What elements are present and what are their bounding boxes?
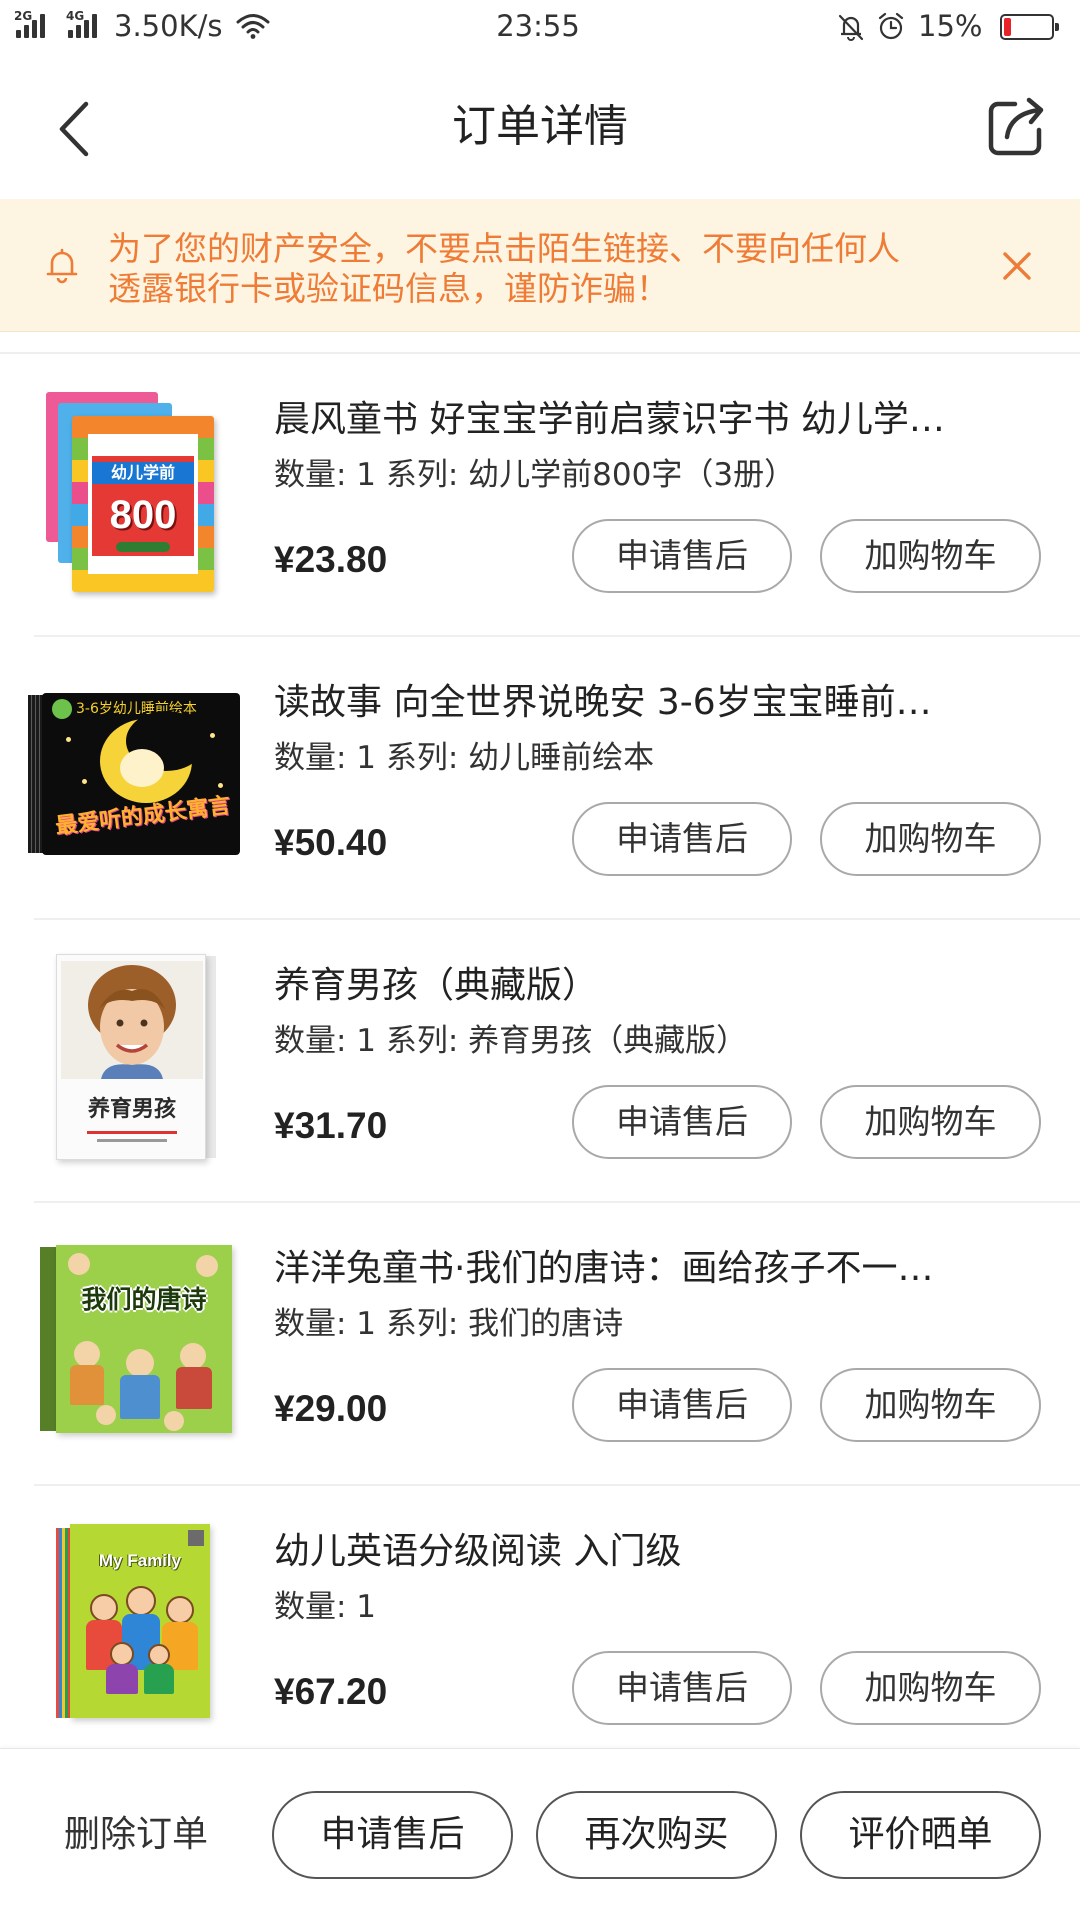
product-title[interactable]: 幼儿英语分级阅读 入门级 (274, 1529, 1046, 1575)
battery-percent: 15% (918, 9, 983, 43)
after-sale-button[interactable]: 申请售后 (272, 1791, 513, 1879)
product-price: ¥31.70 (274, 1105, 388, 1146)
status-bar: 2G 4G 3.50K/s 23:55 15% (0, 0, 1080, 60)
back-arrow-icon[interactable] (54, 98, 94, 160)
cover-title: 我们的唐诗 (81, 1285, 207, 1314)
cover-label: 幼儿学前 (92, 462, 194, 484)
battery-level (1004, 18, 1011, 36)
order-item[interactable]: My Family 幼儿英语分级阅读 入门级 数量: 1 ¥67.20 申请售后… (0, 1484, 1080, 1767)
delete-order-button[interactable]: 删除订单 (64, 1813, 208, 1857)
order-item[interactable]: 幼儿学前 800 晨风童书 好宝宝学前启蒙识字书 幼儿学… 数量: 1 系列: … (0, 352, 1080, 635)
clock: 23:55 (496, 9, 580, 43)
notice-text-line-2: 透露银行卡或验证码信息，谨防诈骗！ (108, 269, 669, 308)
product-price: ¥67.20 (274, 1671, 388, 1712)
share-icon[interactable] (985, 95, 1049, 159)
close-icon[interactable] (998, 247, 1036, 285)
boy-portrait (61, 961, 203, 1079)
product-image[interactable]: 我们的唐诗 (40, 1245, 234, 1435)
nav-header: 订单详情 (0, 60, 1080, 199)
battery-icon (1000, 14, 1059, 40)
product-title[interactable]: 读故事 向全世界说晚安 3-6岁宝宝睡前… (274, 680, 1046, 726)
bell-off-icon (838, 14, 864, 41)
cover-title: 养育男孩 (87, 1096, 176, 1122)
product-price: ¥29.00 (274, 1388, 388, 1429)
order-item[interactable]: 养育男孩 养育男孩（典藏版） 数量: 1 系列: 养育男孩（典藏版） ¥31.7… (0, 918, 1080, 1201)
item-after-sale-button[interactable]: 申请售后 (572, 1368, 792, 1442)
signal-sim1-icon (16, 14, 50, 38)
product-title[interactable]: 洋洋兔童书·我们的唐诗：画给孩子不一… (274, 1246, 1046, 1292)
buy-again-button[interactable]: 再次购买 (536, 1791, 777, 1879)
review-button[interactable]: 评价晒单 (800, 1791, 1041, 1879)
product-spec: 数量: 1 系列: 幼儿学前800字（3册） (274, 457, 796, 493)
item-add-to-cart-button[interactable]: 加购物车 (820, 802, 1041, 876)
product-image[interactable]: 3-6岁幼儿睡前绘本 最爱听的成长寓言 (28, 693, 242, 857)
item-after-sale-button[interactable]: 申请售后 (572, 1651, 792, 1725)
cover-title: My Family (98, 1551, 182, 1570)
order-action-bar: 删除订单 申请售后 再次购买 评价晒单 (0, 1748, 1080, 1920)
order-item[interactable]: 我们的唐诗 洋洋兔童书·我们的唐诗：画给孩子不一… 数量: 1 系列: 我们的唐… (0, 1201, 1080, 1484)
item-after-sale-button[interactable]: 申请售后 (572, 802, 792, 876)
product-image[interactable]: 养育男孩 (56, 954, 218, 1162)
signal-sim2-icon (68, 14, 102, 38)
item-add-to-cart-button[interactable]: 加购物车 (820, 1368, 1041, 1442)
cover-number: 800 (109, 493, 177, 537)
item-add-to-cart-button[interactable]: 加购物车 (820, 1085, 1041, 1159)
product-price: ¥23.80 (274, 539, 388, 580)
product-image[interactable]: My Family (56, 1524, 220, 1722)
page-title: 订单详情 (452, 101, 628, 152)
network-speed: 3.50K/s (114, 9, 223, 43)
product-spec: 数量: 1 系列: 养育男孩（典藏版） (274, 1023, 748, 1059)
item-after-sale-button[interactable]: 申请售后 (572, 519, 792, 593)
product-price: ¥50.40 (274, 822, 388, 863)
product-title[interactable]: 晨风童书 好宝宝学前启蒙识字书 幼儿学… (274, 397, 1046, 443)
order-item[interactable]: 3-6岁幼儿睡前绘本 最爱听的成长寓言 读故事 向全世界说晚安 3-6岁宝宝睡前… (0, 635, 1080, 918)
item-add-to-cart-button[interactable]: 加购物车 (820, 519, 1041, 593)
wifi-icon (236, 14, 270, 39)
notice-text-line-1: 为了您的财产安全，不要点击陌生链接、不要向任何人 (108, 229, 900, 268)
security-notice-banner: 为了您的财产安全，不要点击陌生链接、不要向任何人 透露银行卡或验证码信息，谨防诈… (0, 199, 1080, 332)
product-image[interactable]: 幼儿学前 800 (34, 388, 248, 602)
product-spec: 数量: 1 系列: 我们的唐诗 (274, 1306, 624, 1342)
bell-icon (46, 248, 78, 284)
product-title[interactable]: 养育男孩（典藏版） (274, 963, 1046, 1009)
item-after-sale-button[interactable]: 申请售后 (572, 1085, 792, 1159)
product-spec: 数量: 1 (274, 1589, 377, 1625)
alarm-clock-icon (878, 12, 904, 40)
item-add-to-cart-button[interactable]: 加购物车 (820, 1651, 1041, 1725)
product-spec: 数量: 1 系列: 幼儿睡前绘本 (274, 740, 655, 776)
